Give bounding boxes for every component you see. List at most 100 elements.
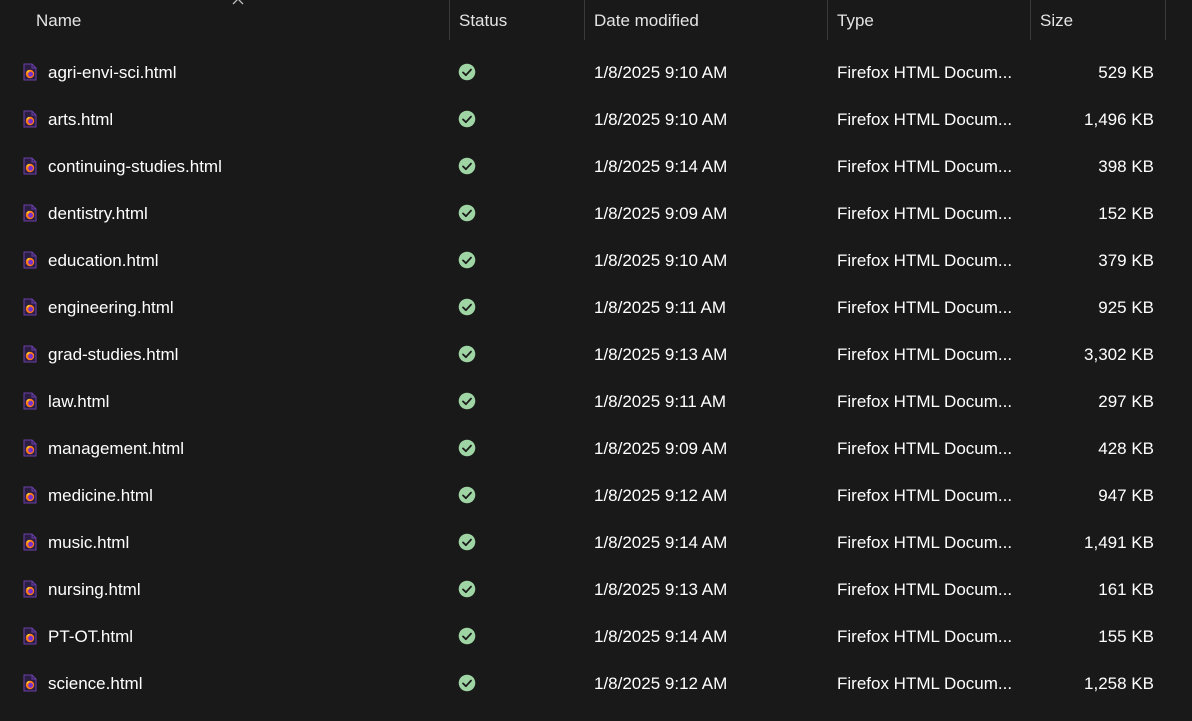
file-size: 3,302 KB [1084, 345, 1154, 364]
firefox-html-file-icon [22, 345, 38, 363]
file-size: 1,496 KB [1084, 110, 1154, 129]
sync-available-check-icon [458, 345, 476, 363]
firefox-html-file-icon [22, 439, 38, 457]
firefox-html-file-icon [22, 580, 38, 598]
file-name[interactable]: engineering.html [48, 284, 174, 331]
file-type: Firefox HTML Docum... [837, 298, 1013, 317]
file-date-modified: 1/8/2025 9:12 AM [594, 674, 728, 693]
file-type: Firefox HTML Docum... [837, 439, 1013, 458]
file-explorer-details-view: Name Status Date modified Type Size agri… [0, 0, 1192, 721]
file-row[interactable]: engineering.html 1/8/2025 9:11 AM Firefox … [0, 284, 1192, 331]
file-type: Firefox HTML Docum... [837, 486, 1013, 505]
sync-available-check-icon [458, 486, 476, 504]
firefox-html-file-icon [22, 63, 38, 81]
file-date-modified: 1/8/2025 9:11 AM [594, 392, 727, 411]
file-type: Firefox HTML Docum... [837, 580, 1013, 599]
file-name[interactable]: education.html [48, 237, 159, 284]
file-row[interactable]: education.html 1/8/2025 9:10 AM Firefox HT… [0, 237, 1192, 284]
file-name[interactable]: nursing.html [48, 566, 141, 613]
firefox-html-file-icon [22, 627, 38, 645]
file-name[interactable]: law.html [48, 378, 109, 425]
file-size: 297 KB [1098, 392, 1154, 411]
file-date-modified: 1/8/2025 9:10 AM [594, 63, 728, 82]
file-date-modified: 1/8/2025 9:11 AM [594, 298, 727, 317]
file-name[interactable]: PT-OT.html [48, 613, 133, 660]
file-size: 152 KB [1098, 204, 1154, 223]
file-size: 925 KB [1098, 298, 1154, 317]
sync-available-check-icon [458, 674, 476, 692]
file-size: 379 KB [1098, 251, 1154, 270]
firefox-html-file-icon [22, 486, 38, 504]
sync-available-check-icon [458, 392, 476, 410]
file-type: Firefox HTML Docum... [837, 63, 1013, 82]
file-size: 1,258 KB [1084, 674, 1154, 693]
sync-available-check-icon [458, 580, 476, 598]
file-type: Firefox HTML Docum... [837, 345, 1013, 364]
file-name[interactable]: dentistry.html [48, 190, 148, 237]
column-divider[interactable] [1165, 0, 1166, 40]
file-name[interactable]: science.html [48, 660, 142, 707]
file-row[interactable]: arts.html 1/8/2025 9:10 AM Firefox HTML Do… [0, 96, 1192, 143]
file-date-modified: 1/8/2025 9:12 AM [594, 486, 728, 505]
file-size: 161 KB [1098, 580, 1154, 599]
file-row[interactable]: agri-envi-sci.html 1/8/2025 9:10 AM Firefo… [0, 49, 1192, 96]
sync-available-check-icon [458, 110, 476, 128]
file-name[interactable]: arts.html [48, 96, 113, 143]
firefox-html-file-icon [22, 204, 38, 222]
column-header-status[interactable]: Status [449, 0, 584, 42]
file-type: Firefox HTML Docum... [837, 533, 1013, 552]
firefox-html-file-icon [22, 157, 38, 175]
firefox-html-file-icon [22, 110, 38, 128]
file-row[interactable]: grad-studies.html 1/8/2025 9:13 AM Firefox… [0, 331, 1192, 378]
file-size: 1,491 KB [1084, 533, 1154, 552]
file-name[interactable]: agri-envi-sci.html [48, 49, 176, 96]
sync-available-check-icon [458, 157, 476, 175]
file-date-modified: 1/8/2025 9:10 AM [594, 251, 728, 270]
file-name[interactable]: medicine.html [48, 472, 153, 519]
file-size: 428 KB [1098, 439, 1154, 458]
sync-available-check-icon [458, 204, 476, 222]
sync-available-check-icon [458, 533, 476, 551]
column-header-bar: Name Status Date modified Type Size [0, 0, 1192, 42]
file-row[interactable]: PT-OT.html 1/8/2025 9:14 AM Firefox HTML D… [0, 613, 1192, 660]
firefox-html-file-icon [22, 674, 38, 692]
file-type: Firefox HTML Docum... [837, 251, 1013, 270]
sync-available-check-icon [458, 439, 476, 457]
file-row[interactable]: law.html 1/8/2025 9:11 AM Firefox HTML Doc… [0, 378, 1192, 425]
file-name[interactable]: management.html [48, 425, 184, 472]
file-date-modified: 1/8/2025 9:14 AM [594, 157, 728, 176]
firefox-html-file-icon [22, 298, 38, 316]
file-row[interactable]: science.html 1/8/2025 9:12 AM Firefox HTML… [0, 660, 1192, 707]
file-row[interactable]: dentistry.html 1/8/2025 9:09 AM Firefox HT… [0, 190, 1192, 237]
file-type: Firefox HTML Docum... [837, 204, 1013, 223]
file-type: Firefox HTML Docum... [837, 110, 1013, 129]
file-name[interactable]: grad-studies.html [48, 331, 178, 378]
file-type: Firefox HTML Docum... [837, 674, 1013, 693]
file-date-modified: 1/8/2025 9:09 AM [594, 439, 728, 458]
firefox-html-file-icon [22, 392, 38, 410]
sync-available-check-icon [458, 627, 476, 645]
file-row[interactable]: medicine.html 1/8/2025 9:12 AM Firefox HTM… [0, 472, 1192, 519]
file-date-modified: 1/8/2025 9:14 AM [594, 533, 728, 552]
file-row[interactable]: continuing-studies.html 1/8/2025 9:14 AM F… [0, 143, 1192, 190]
file-name[interactable]: music.html [48, 519, 129, 566]
file-type: Firefox HTML Docum... [837, 627, 1013, 646]
sync-available-check-icon [458, 298, 476, 316]
file-row[interactable]: management.html 1/8/2025 9:09 AM Firefox H… [0, 425, 1192, 472]
column-header-date-modified[interactable]: Date modified [584, 0, 827, 42]
file-type: Firefox HTML Docum... [837, 392, 1013, 411]
file-size: 155 KB [1098, 627, 1154, 646]
firefox-html-file-icon [22, 533, 38, 551]
column-header-type[interactable]: Type [827, 0, 1030, 42]
sync-available-check-icon [458, 63, 476, 81]
file-date-modified: 1/8/2025 9:13 AM [594, 580, 728, 599]
file-row[interactable]: nursing.html 1/8/2025 9:13 AM Firefox HTML… [0, 566, 1192, 613]
file-date-modified: 1/8/2025 9:14 AM [594, 627, 728, 646]
file-size: 398 KB [1098, 157, 1154, 176]
file-date-modified: 1/8/2025 9:10 AM [594, 110, 728, 129]
file-row[interactable]: music.html 1/8/2025 9:14 AM Firefox HTML D… [0, 519, 1192, 566]
column-header-size[interactable]: Size [1030, 0, 1165, 42]
file-name[interactable]: continuing-studies.html [48, 143, 222, 190]
file-type: Firefox HTML Docum... [837, 157, 1013, 176]
sort-ascending-icon [232, 0, 244, 5]
